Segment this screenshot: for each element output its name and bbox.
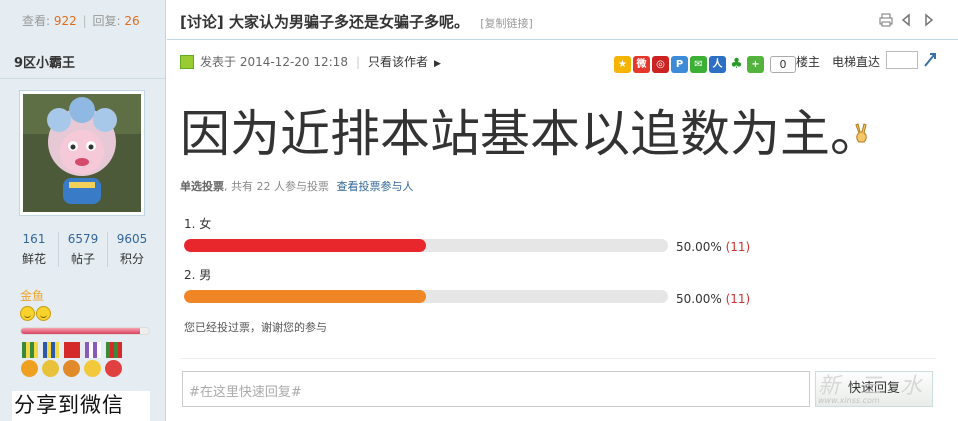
poll-option-label: 1. 女 (184, 217, 212, 231)
qq-weibo-icon[interactable]: P (671, 56, 688, 73)
poll-option-fill (184, 290, 426, 303)
rank-progress-fill (21, 328, 141, 334)
medal-icon[interactable] (83, 342, 103, 378)
only-author-label: 只看该作者 (368, 55, 429, 69)
thread-category[interactable]: [讨论] (180, 13, 224, 31)
medal-icon[interactable] (20, 342, 40, 378)
author-name[interactable]: 9区小霸王 (14, 52, 75, 71)
post-divider (180, 358, 936, 359)
medal-icon[interactable] (41, 342, 61, 378)
avatar-image (23, 94, 141, 212)
posts-count[interactable]: 6579 帖子 (59, 232, 108, 267)
victory-hand-icon (853, 122, 871, 144)
medal-icon[interactable] (104, 342, 124, 378)
poll-summary: , 共有 22 人参与投票 (224, 180, 329, 193)
replies-label: 回复: (92, 14, 121, 28)
poll-type: 单选投票 (180, 180, 224, 193)
triangle-right-icon: ▶ (434, 59, 441, 69)
online-status-icon (180, 54, 194, 69)
count-label: 鲜花 (21, 252, 46, 266)
quick-reply-button[interactable]: 快速回复 (815, 371, 933, 407)
user-rank[interactable]: 金鱼 (20, 287, 44, 304)
elevator-input[interactable] (886, 51, 918, 69)
sidebar-divider (0, 78, 165, 79)
thread-title-text: 大家认为男骗子多还是女骗子多呢。 (228, 13, 469, 31)
poll-option-result: 50.00% (11) (676, 292, 750, 306)
poll-option-percent: 50.00% (676, 240, 722, 254)
weibo-icon[interactable]: 微 (633, 56, 650, 73)
count-label: 积分 (119, 252, 144, 266)
views-count: 922 (53, 14, 77, 28)
points-count[interactable]: 9605 积分 (108, 232, 156, 267)
title-actions (878, 12, 936, 28)
post-meta: 发表于 2014-12-20 12:18 | 只看该作者 ▶ (180, 53, 441, 70)
renren-person-icon[interactable]: 人 (709, 56, 726, 73)
smiley-icon (20, 306, 35, 321)
poll-option-count: (11) (725, 240, 751, 254)
post: 发表于 2014-12-20 12:18 | 只看该作者 ▶ ★ 微 ◎ P ✉ … (167, 40, 958, 421)
share-to-wechat[interactable]: 分享到微信 (12, 391, 150, 421)
poll-option-fill (184, 239, 426, 252)
only-author-link[interactable]: 只看该作者 ▶ (368, 53, 441, 70)
poll-option-bar (184, 290, 668, 303)
qzone-icon[interactable]: ★ (614, 56, 631, 73)
author-sidebar: 9区小霸王 161 鲜花 6579 帖子 9605 积分 金鱼 分享到微信 (0, 40, 166, 421)
stats-separator: | (82, 14, 87, 28)
copy-link-button[interactable]: [复制链接] (480, 17, 533, 30)
author-counts: 161 鲜花 6579 帖子 9605 积分 (10, 232, 156, 267)
poll-info: 单选投票, 共有 22 人参与投票 查看投票参与人 (180, 178, 413, 194)
count-label: 帖子 (70, 252, 95, 266)
elevator-go-icon[interactable] (923, 51, 937, 68)
quick-reply-input[interactable]: #在这里快速回复# (182, 371, 810, 407)
voted-note: 您已经投过票，谢谢您的参与 (184, 321, 327, 334)
medal-icon[interactable] (62, 342, 82, 378)
avatar[interactable] (19, 90, 145, 216)
share-bar: ★ 微 ◎ P ✉ 人 ♣ + 0 (614, 56, 796, 73)
replies-count: 26 (124, 14, 140, 28)
thread-title-bar: [讨论] 大家认为男骗子多还是女骗子多呢。 [复制链接] (167, 0, 958, 40)
elevator-label: 电梯直达 (832, 55, 881, 69)
top-bar: 查看: 922 | 回复: 26 [讨论] 大家认为男骗子多还是女骗子多呢。 [… (0, 0, 958, 40)
poll-option-label: 2. 男 (184, 268, 212, 282)
rank-progress-bar (20, 327, 150, 335)
views-label: 查看: (22, 14, 51, 28)
thread-title: [讨论] 大家认为男骗子多还是女骗子多呢。 (180, 13, 474, 31)
smiley-icon (36, 306, 51, 321)
flowers-count[interactable]: 161 鲜花 (10, 232, 59, 267)
post-content: 因为近排本站基本以追数为主。 (180, 105, 880, 163)
print-icon[interactable] (878, 12, 894, 28)
view-voters-link[interactable]: 查看投票参与人 (336, 180, 413, 193)
count-value: 9605 (116, 232, 148, 246)
count-value: 161 (22, 232, 46, 246)
thread-stats: 查看: 922 | 回复: 26 (0, 0, 166, 40)
renren-icon[interactable]: ◎ (652, 56, 669, 73)
post-time: 发表于 2014-12-20 12:18 (200, 55, 348, 69)
medals (20, 342, 124, 378)
poll-option-count: (11) (725, 292, 751, 306)
clover-icon[interactable]: ♣ (728, 56, 745, 73)
share-count: 0 (770, 56, 796, 73)
add-share-icon[interactable]: + (747, 56, 764, 73)
rank-stars (20, 306, 51, 321)
poll-option-bar (184, 239, 668, 252)
poll-option-result: 50.00% (11) (676, 240, 750, 254)
meta-separator: | (355, 54, 360, 69)
poll-option-percent: 50.00% (676, 292, 722, 306)
previous-thread-icon[interactable] (899, 12, 915, 28)
floor-label: 楼主 (796, 55, 821, 69)
count-value: 6579 (67, 232, 99, 246)
next-thread-icon[interactable] (920, 12, 936, 28)
wechat-icon[interactable]: ✉ (690, 56, 707, 73)
